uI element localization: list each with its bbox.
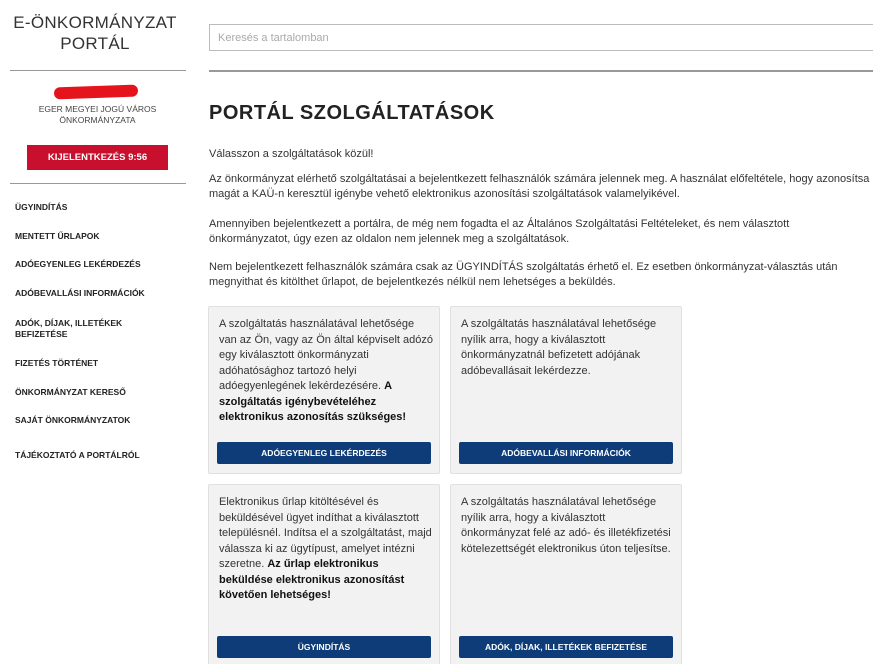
card-text: A szolgáltatás használatával lehetősége … <box>461 318 657 377</box>
sidebar-item-tajekoztato[interactable]: TÁJÉKOZTATÓ A PORTÁLRÓL <box>15 450 180 461</box>
sidebar-item-ugyinditas[interactable]: ÜGYINDÍTÁS <box>15 202 180 213</box>
municipality-name-line-1: EGER MEGYEI JOGÚ VÁROS <box>38 104 157 114</box>
search-input[interactable] <box>210 25 873 50</box>
adoegyenleg-lekerdezes-button[interactable]: ADÓEGYENLEG LEKÉRDEZÉS <box>217 442 431 464</box>
logout-button[interactable]: KIJELENTKEZÉS 9:56 <box>27 145 168 170</box>
service-card-ugyinditas: Elektronikus űrlap kitöltésével és bekül… <box>208 484 440 664</box>
logo-divider <box>10 70 186 71</box>
municipality-name: EGER MEGYEI JOGÚ VÁROS ÖNKORMÁNYZATA <box>20 104 175 126</box>
adobevallasi-informaciok-button[interactable]: ADÓBEVALLÁSI INFORMÁCIÓK <box>459 442 673 464</box>
intro-paragraph-2: Az önkormányzat elérhető szolgáltatásai … <box>209 173 870 200</box>
sidebar-item-mentett-urlapok[interactable]: MENTETT ŰRLAPOK <box>15 231 180 242</box>
ugyinditas-button[interactable]: ÜGYINDÍTÁS <box>217 636 431 658</box>
logo-line-1: E-ÖNKORMÁNYZAT <box>13 13 177 32</box>
sidebar-item-befizetes[interactable]: ADÓK, DÍJAK, ILLETÉKEK BEFIZETÉSE <box>15 318 135 340</box>
card-text: A szolgáltatás használatával lehetősége … <box>219 318 434 392</box>
redacted-username <box>53 84 139 100</box>
search-box <box>209 24 873 51</box>
card-description: A szolgáltatás használatával lehetősége … <box>219 317 433 426</box>
befizetes-button[interactable]: ADÓK, DÍJAK, ILLETÉKEK BEFIZETÉSE <box>459 636 673 658</box>
card-description: A szolgáltatás használatával lehetősége … <box>461 317 675 379</box>
sidebar-item-sajat-onkormanyzatok[interactable]: SAJÁT ÖNKORMÁNYZATOK <box>15 415 180 426</box>
page-title: PORTÁL SZOLGÁLTATÁSOK <box>209 102 495 124</box>
intro-paragraph-4: Nem bejelentkezett felhasználók számára … <box>209 261 838 288</box>
sidebar-item-adoegyenleg[interactable]: ADÓEGYENLEG LEKÉRDEZÉS <box>15 259 180 270</box>
service-card-adoegyenleg: A szolgáltatás használatával lehetősége … <box>208 306 440 474</box>
card-text: A szolgáltatás használatával lehetősége … <box>461 496 671 555</box>
service-card-befizetes: A szolgáltatás használatával lehetősége … <box>450 484 682 664</box>
card-description: Elektronikus űrlap kitöltésével és bekül… <box>219 495 433 604</box>
sidebar-item-adobevallasi-informaciok[interactable]: ADÓBEVALLÁSI INFORMÁCIÓK <box>15 288 180 299</box>
logo-line-2: PORTÁL <box>60 34 130 53</box>
portal-logo[interactable]: E-ÖNKORMÁNYZAT PORTÁL <box>10 12 180 54</box>
intro-paragraph-1: Válasszon a szolgáltatások közül! <box>209 148 374 160</box>
sidebar-item-onkormanyzat-kereso[interactable]: ÖNKORMÁNYZAT KERESŐ <box>15 387 180 398</box>
service-card-adobevallasi: A szolgáltatás használatával lehetősége … <box>450 306 682 474</box>
nav-divider <box>10 183 186 184</box>
intro-paragraph-3: Amennyiben bejelentkezett a portálra, de… <box>209 218 790 245</box>
card-description: A szolgáltatás használatával lehetősége … <box>461 495 675 557</box>
municipality-name-line-2: ÖNKORMÁNYZATA <box>59 115 136 125</box>
sidebar-item-fizetes-tortenet[interactable]: FIZETÉS TÖRTÉNET <box>15 358 180 369</box>
header-divider <box>209 70 873 72</box>
sidebar: E-ÖNKORMÁNYZAT PORTÁL EGER MEGYEI JOGÚ V… <box>0 0 187 664</box>
